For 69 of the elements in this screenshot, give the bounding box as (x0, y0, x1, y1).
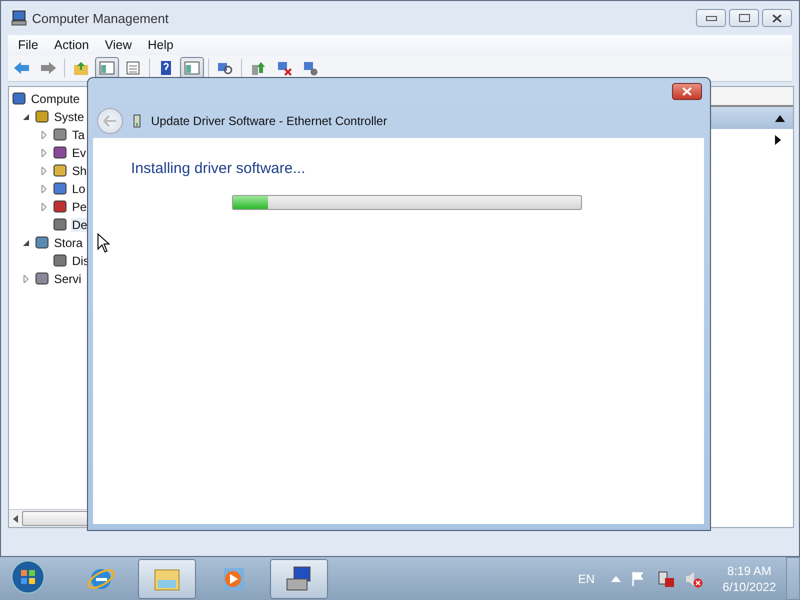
folder-icon (72, 60, 90, 76)
tree-item[interactable]: Syste (53, 110, 86, 124)
collapse-arrow-icon[interactable] (21, 239, 31, 247)
expand-arrow-icon[interactable] (39, 167, 49, 175)
mouse-pointer-icon (97, 233, 111, 253)
toolbar-button[interactable] (180, 57, 204, 79)
expand-arrow-icon[interactable] (21, 275, 31, 283)
network-error-icon[interactable] (656, 570, 675, 588)
tree-item[interactable]: Sh (71, 164, 88, 178)
volume-muted-icon[interactable] (684, 570, 703, 588)
node-icon (34, 109, 50, 125)
minimize-icon (706, 16, 716, 20)
minimize-button[interactable] (696, 9, 726, 27)
node-icon (52, 253, 68, 269)
close-button[interactable] (672, 82, 702, 100)
tree-item[interactable]: Pe (71, 200, 88, 214)
node-icon (52, 199, 68, 215)
windows-logo (10, 559, 46, 595)
collapse-arrow-icon[interactable] (21, 113, 31, 121)
collapse-arrow-icon[interactable] (775, 114, 785, 122)
actions-header[interactable] (709, 107, 793, 129)
node-icon (52, 181, 68, 197)
tree-item[interactable]: Lo (71, 182, 86, 196)
upload-icon (249, 60, 267, 76)
node-icon (11, 91, 27, 107)
tree-item[interactable]: Stora (53, 236, 84, 250)
tree-item[interactable]: Ev (71, 146, 88, 160)
back-arrow-icon (103, 115, 117, 127)
taskbar-button[interactable] (138, 558, 196, 598)
maximize-icon (738, 14, 750, 22)
computer-x-icon (275, 60, 293, 76)
tree-item[interactable]: De (71, 218, 88, 232)
dialog-heading: Installing driver software... (131, 160, 306, 177)
dialog-title: Update Driver Software - Ethernet Controller (151, 114, 388, 128)
close-icon (682, 86, 692, 96)
window-title: Computer Management (32, 10, 169, 26)
pane-icon (98, 60, 116, 76)
node-icon (52, 163, 68, 179)
menu-item[interactable]: View (98, 38, 138, 52)
node-icon (52, 127, 68, 143)
maximize-button[interactable] (729, 9, 759, 27)
computer-icon (301, 60, 319, 76)
node-icon (34, 235, 50, 251)
computer-icon (11, 10, 27, 26)
back-arrow-icon (13, 60, 31, 76)
menu-item[interactable]: Help (142, 38, 180, 52)
menu-item[interactable]: Action (48, 38, 95, 52)
expand-arrow-icon[interactable] (39, 131, 49, 139)
pane-icon (183, 60, 201, 76)
tree-item[interactable]: Compute (30, 92, 81, 106)
menu-item[interactable]: File (12, 38, 44, 52)
tree-item[interactable]: Servi (53, 272, 82, 286)
node-icon (34, 271, 50, 287)
scroll-left-icon[interactable] (13, 514, 18, 522)
expand-arrow-icon[interactable] (39, 185, 49, 193)
taskbar-button[interactable] (270, 558, 328, 598)
magnifier-icon (216, 60, 234, 76)
expand-arrow-icon[interactable] (39, 203, 49, 211)
node-icon (52, 145, 68, 161)
tree-item[interactable]: Ta (71, 128, 86, 142)
node-icon (52, 217, 68, 233)
close-button[interactable] (762, 9, 792, 27)
forward-arrow-icon (39, 60, 57, 76)
network-adapter-icon (133, 114, 141, 128)
expand-arrow-icon[interactable] (39, 149, 49, 157)
toolbar-button[interactable] (95, 57, 119, 79)
submenu-arrow-icon[interactable] (775, 135, 781, 145)
list-icon (124, 60, 142, 76)
close-icon (772, 14, 782, 22)
